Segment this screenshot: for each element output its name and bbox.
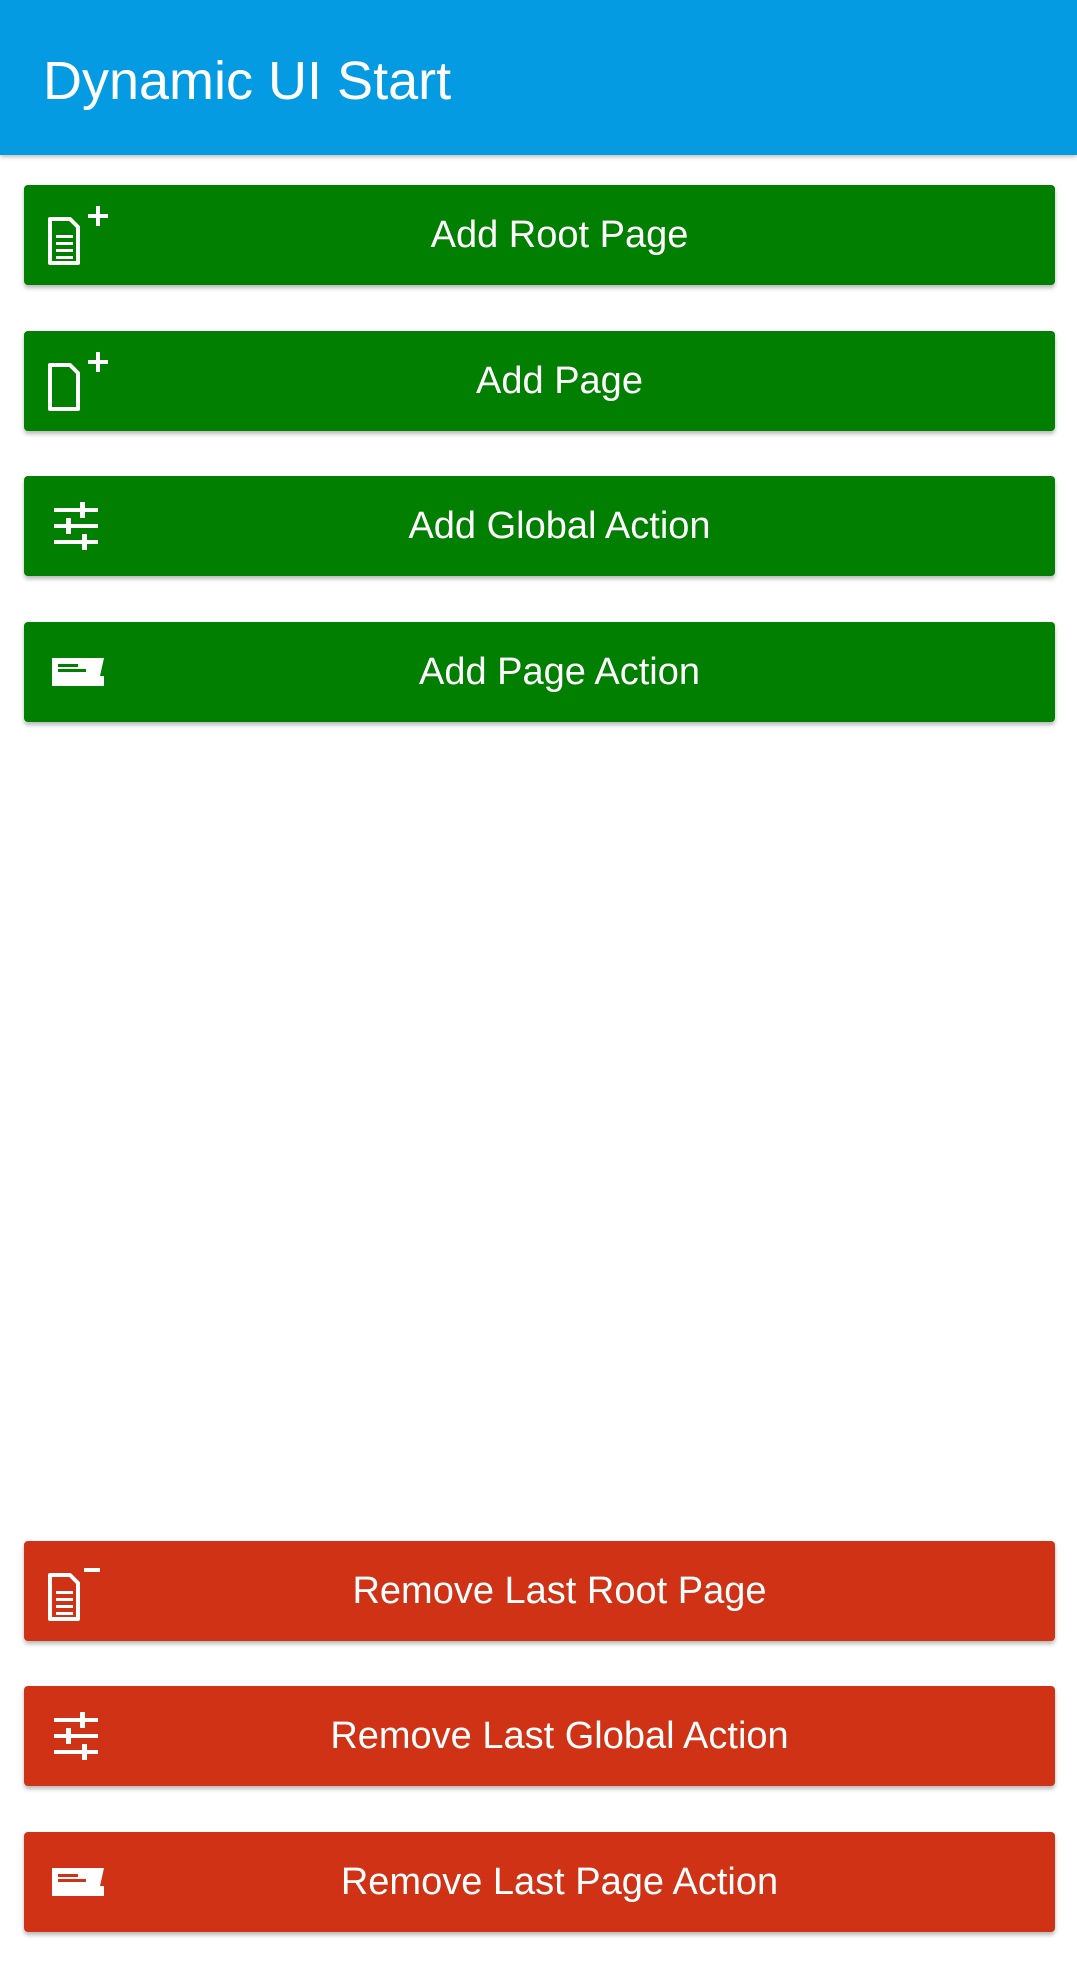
add-page-button[interactable]: Add Page bbox=[24, 331, 1055, 431]
app-title: Dynamic UI Start bbox=[43, 51, 452, 111]
add-root-page-label: Add Root Page bbox=[430, 214, 689, 256]
add-page-label: Add Page bbox=[476, 360, 643, 402]
remove-last-root-page-label: Remove Last Root Page bbox=[352, 1570, 767, 1612]
remove-last-global-action-label: Remove Last Global Action bbox=[330, 1715, 789, 1757]
add-page-action-button[interactable]: Add Page Action bbox=[24, 622, 1055, 722]
add-root-page-button[interactable]: Add Root Page bbox=[24, 185, 1055, 285]
remove-last-root-page-button[interactable]: Remove Last Root Page bbox=[24, 1541, 1055, 1641]
add-global-action-button[interactable]: Add Global Action bbox=[24, 476, 1055, 576]
app-bar: Dynamic UI Start bbox=[0, 0, 1077, 155]
add-global-action-label: Add Global Action bbox=[408, 505, 711, 547]
remove-last-global-action-button[interactable]: Remove Last Global Action bbox=[24, 1686, 1055, 1786]
remove-last-page-action-button[interactable]: Remove Last Page Action bbox=[24, 1832, 1055, 1932]
remove-last-page-action-label: Remove Last Page Action bbox=[340, 1861, 779, 1903]
add-page-action-label: Add Page Action bbox=[419, 651, 700, 693]
